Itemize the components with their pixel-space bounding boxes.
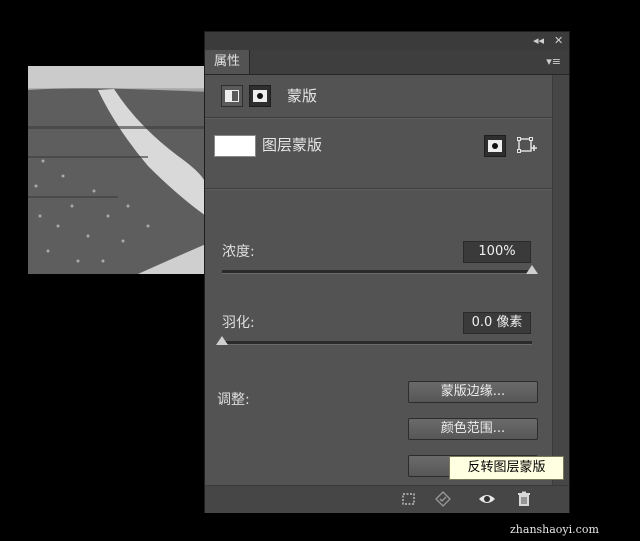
pixel-mask-icon xyxy=(225,90,239,102)
add-vector-mask-button[interactable] xyxy=(516,135,538,157)
layer-mask-label: 图层蒙版 xyxy=(262,136,323,154)
panel-content: 蒙版 图层蒙版 浓度: 100% 羽化: 0.0 像素 调整: 蒙版边缘... … xyxy=(205,75,553,485)
feather-input[interactable]: 0.0 像素 xyxy=(463,312,531,334)
pixel-mask-icon xyxy=(488,140,502,152)
panel-titlebar[interactable]: ◂◂ ✕ xyxy=(205,32,569,51)
collapse-icon[interactable]: ◂◂ xyxy=(533,33,544,49)
panel-scrollbar[interactable] xyxy=(552,75,569,485)
select-pixel-mask-button[interactable] xyxy=(484,135,506,157)
pixel-mask-mode-button[interactable] xyxy=(221,85,243,107)
mask-mode-button[interactable] xyxy=(249,85,271,107)
mask-edge-button[interactable]: 蒙版边缘... xyxy=(408,381,538,403)
apply-mask-icon[interactable] xyxy=(434,490,452,508)
trash-icon[interactable] xyxy=(515,490,533,508)
mask-icon xyxy=(253,90,267,102)
panel-menu-icon[interactable]: ▾≡ xyxy=(546,55,561,68)
density-label: 浓度: xyxy=(222,244,255,260)
watermark: zhanshaoyi.com xyxy=(510,523,599,536)
density-input[interactable]: 100% xyxy=(463,241,531,263)
feather-label: 羽化: xyxy=(222,315,255,331)
mask-mode-label: 蒙版 xyxy=(287,87,318,105)
density-slider-thumb[interactable] xyxy=(526,265,538,274)
close-icon[interactable]: ✕ xyxy=(554,33,563,49)
divider xyxy=(205,188,553,190)
selection-icon[interactable] xyxy=(400,490,418,508)
tooltip: 反转图层蒙版 xyxy=(449,456,564,480)
adjust-label: 调整: xyxy=(217,392,250,408)
layer-mask-thumbnail xyxy=(214,135,256,157)
density-slider[interactable] xyxy=(222,265,538,274)
panel-tabbar: 属性 ▾≡ xyxy=(205,50,569,75)
panel-bottom-bar xyxy=(205,485,569,513)
feather-slider-thumb[interactable] xyxy=(216,336,228,345)
feather-slider[interactable] xyxy=(216,336,532,345)
properties-panel: ◂◂ ✕ 属性 ▾≡ 蒙版 图层蒙版 浓度: 100% 羽化: 0.0 像素 调… xyxy=(204,31,570,513)
divider xyxy=(205,117,553,119)
tab-properties[interactable]: 属性 xyxy=(205,50,250,74)
color-range-button[interactable]: 颜色范围... xyxy=(408,418,538,440)
background-photo xyxy=(28,66,206,274)
vector-mask-icon xyxy=(517,137,537,153)
visibility-eye-icon[interactable] xyxy=(478,490,496,508)
